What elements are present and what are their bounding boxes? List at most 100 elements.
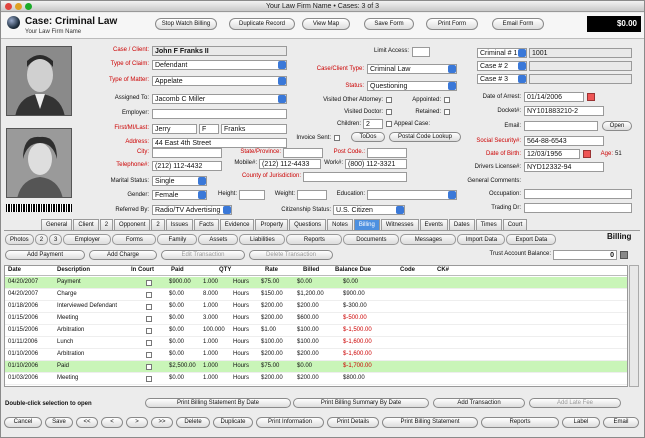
weight-field[interactable]: [297, 190, 327, 200]
stop-watch-billing-button[interactable]: Stop Watch Billing: [155, 18, 217, 30]
visited-doctor-checkbox[interactable]: [386, 109, 392, 115]
reports-button[interactable]: Reports: [481, 417, 559, 428]
in-court-checkbox[interactable]: [146, 292, 152, 298]
children-field[interactable]: 2: [363, 119, 383, 129]
tab-dates[interactable]: Dates: [448, 219, 475, 230]
minimize-icon[interactable]: [15, 3, 22, 10]
label-button[interactable]: Label: [562, 417, 600, 428]
trust-balance-field[interactable]: 0: [553, 250, 617, 260]
col-billed[interactable]: Billed: [303, 267, 319, 273]
col-rate[interactable]: Rate: [265, 267, 278, 273]
subtab-export-data[interactable]: Export Data: [506, 234, 557, 245]
height-field[interactable]: [239, 190, 265, 200]
table-row[interactable]: 01/10/2006 Paid $2,500.00 1.000 Hours $75.00 $…: [5, 361, 627, 373]
trading-dr-field[interactable]: [524, 203, 632, 213]
tab-notes[interactable]: Notes: [327, 219, 353, 230]
in-court-checkbox[interactable]: [146, 352, 152, 358]
employer-field[interactable]: [152, 109, 287, 119]
last-record-button[interactable]: >>: [151, 417, 173, 428]
next-record-button[interactable]: >: [126, 417, 148, 428]
gender-select[interactable]: Female: [152, 190, 207, 200]
save-button[interactable]: Save: [45, 417, 73, 428]
first-name-field[interactable]: Jerry: [152, 124, 197, 134]
postal-code-lookup-button[interactable]: Postal Code Lookup: [389, 132, 461, 142]
subtab-documents[interactable]: Documents: [343, 234, 400, 245]
duplicate-button[interactable]: Duplicate: [213, 417, 253, 428]
col-code[interactable]: Code: [400, 267, 415, 273]
case-type-select[interactable]: Criminal Law: [367, 64, 457, 74]
in-court-checkbox[interactable]: [146, 280, 152, 286]
ssn-field[interactable]: 564-88-6543: [524, 136, 604, 146]
table-row[interactable]: 04/20/2007 Charge $0.00 8.000 Hours $150.00 $1…: [5, 289, 627, 301]
marital-status-select[interactable]: Single: [152, 176, 207, 186]
work-field[interactable]: (800) 112-3321: [345, 159, 407, 169]
email-form-button[interactable]: Email Form: [492, 18, 544, 30]
appeal-case-checkbox[interactable]: [386, 121, 392, 127]
limit-access-select[interactable]: [412, 47, 430, 57]
subtab-import-data[interactable]: Import Data: [457, 234, 506, 245]
tab-issues[interactable]: Issues: [165, 219, 194, 230]
tab-witnesses[interactable]: Witnesses: [380, 219, 419, 230]
case-3-field[interactable]: [529, 74, 632, 84]
print-statement-by-date-button[interactable]: Print Billing Statement By Date: [145, 398, 291, 408]
date-of-arrest-field[interactable]: 01/14/2006: [524, 92, 584, 102]
open-email-button[interactable]: Open: [602, 121, 632, 131]
subtab-assets[interactable]: Assets: [198, 234, 239, 245]
in-court-checkbox[interactable]: [146, 364, 152, 370]
calculator-icon[interactable]: [620, 251, 628, 259]
print-summary-by-date-button[interactable]: Print Billing Summary By Date: [293, 398, 429, 408]
occupation-field[interactable]: [524, 189, 632, 199]
in-court-checkbox[interactable]: [146, 376, 152, 382]
table-row[interactable]: 01/15/2006 Arbitration $0.00 100.000 Hours $1…: [5, 325, 627, 337]
tab-times[interactable]: Times: [475, 219, 502, 230]
col-in-court[interactable]: In Court: [131, 267, 154, 273]
visited-attorney-checkbox[interactable]: [386, 97, 392, 103]
post-code-field[interactable]: [367, 148, 407, 158]
zoom-icon[interactable]: [25, 3, 32, 10]
email-button[interactable]: Email: [603, 417, 639, 428]
tab-billing[interactable]: Billing: [353, 219, 380, 230]
referred-by-select[interactable]: Radio/TV Advertising: [152, 205, 232, 215]
tab-property[interactable]: Property: [255, 219, 289, 230]
docket-field[interactable]: NY101883210-2: [524, 106, 604, 116]
subtab-messages[interactable]: Messages: [400, 234, 457, 245]
tab-facts[interactable]: Facts: [194, 219, 219, 230]
drivers-license-field[interactable]: NYD12332-94: [524, 162, 604, 172]
table-row[interactable]: 01/15/2006 Meeting $0.00 3.000 Hours $200.00 $…: [5, 313, 627, 325]
table-scrollbar[interactable]: [629, 265, 639, 387]
in-court-checkbox[interactable]: [146, 304, 152, 310]
print-form-button[interactable]: Print Form: [426, 18, 478, 30]
subtab-family[interactable]: Family: [157, 234, 198, 245]
col-date[interactable]: Date: [8, 267, 21, 273]
add-late-fee-button[interactable]: Add Late Fee: [529, 398, 621, 408]
calendar-icon[interactable]: [583, 150, 591, 158]
tab-opponent-2[interactable]: 2: [151, 219, 165, 230]
tab-client-2[interactable]: 2: [99, 219, 114, 230]
edit-transaction-button[interactable]: Edit Transaction: [161, 250, 245, 260]
col-paid[interactable]: Paid: [171, 267, 184, 273]
education-select[interactable]: [367, 190, 457, 200]
type-of-matter-select[interactable]: Appelate: [152, 76, 287, 86]
view-map-button[interactable]: View Map: [302, 18, 350, 30]
col-qty[interactable]: QTY: [219, 267, 231, 273]
tab-general[interactable]: General: [41, 219, 73, 230]
tab-evidence[interactable]: Evidence: [219, 219, 255, 230]
delete-button[interactable]: Delete: [176, 417, 210, 428]
retained-checkbox[interactable]: [444, 109, 450, 115]
subtab-photos-3[interactable]: 3: [49, 234, 63, 245]
case-3-select[interactable]: Case # 3: [477, 74, 527, 84]
subtab-reports[interactable]: Reports: [286, 234, 343, 245]
opponent-photo[interactable]: [6, 128, 72, 198]
save-form-button[interactable]: Save Form: [364, 18, 414, 30]
col-ck[interactable]: CK#: [437, 267, 449, 273]
tab-client[interactable]: Client: [73, 219, 99, 230]
citizenship-select[interactable]: U.S. Citizen: [333, 205, 405, 215]
print-billing-statement-button[interactable]: Print Billing Statement: [382, 417, 478, 428]
previous-record-button[interactable]: <: [101, 417, 123, 428]
status-select[interactable]: Questioning: [367, 81, 457, 91]
in-court-checkbox[interactable]: [146, 316, 152, 322]
first-record-button[interactable]: <<: [76, 417, 98, 428]
criminal-number-field[interactable]: 1001: [529, 48, 632, 58]
table-row[interactable]: 04/20/2007 Payment $900.00 1.000 Hours $75.00…: [5, 277, 627, 289]
city-field[interactable]: [152, 148, 222, 158]
